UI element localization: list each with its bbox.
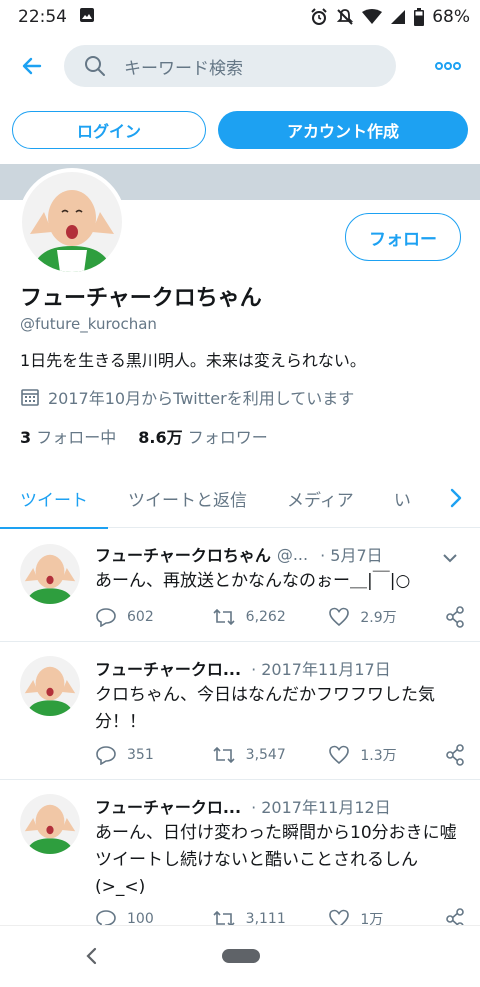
battery-icon bbox=[414, 8, 425, 26]
retweet-button[interactable]: 3,547 bbox=[212, 746, 329, 764]
tweet-avatar[interactable] bbox=[20, 544, 80, 604]
reply-count: 602 bbox=[127, 609, 154, 625]
retweet-icon bbox=[213, 746, 235, 764]
profile-bio: 1日先を生きる黒川明人。未来は変えられない。 bbox=[20, 351, 366, 370]
followers-count: 8.6万 bbox=[138, 428, 183, 447]
more-options-button[interactable] bbox=[416, 38, 480, 94]
tabs-scroll-right-button[interactable] bbox=[444, 480, 468, 516]
tweet-text: クロちゃん、今日はなんだかフワフワした気分！！ bbox=[95, 685, 435, 732]
tweet-item[interactable]: フューチャークロ... · 2017年11月12日 あーん、日付け変わった瞬間か… bbox=[0, 780, 480, 940]
tweet-author-name[interactable]: フューチャークロちゃん bbox=[95, 542, 271, 566]
chevron-down-icon bbox=[443, 554, 457, 563]
tweet-menu-button[interactable] bbox=[442, 548, 458, 567]
tweet-avatar[interactable] bbox=[20, 656, 80, 716]
tab-likes[interactable]: い bbox=[374, 470, 431, 528]
tweet-item[interactable]: フューチャークロちゃん @... · 5月7日 あーん、再放送とかなんなのぉー＿… bbox=[0, 530, 480, 642]
heart-icon bbox=[329, 607, 350, 627]
tab-media[interactable]: メディア bbox=[267, 470, 374, 528]
back-arrow-icon bbox=[22, 57, 42, 75]
tweet-header: フューチャークロちゃん @... · 5月7日 bbox=[95, 542, 383, 566]
tweet-header: フューチャークロ... · 2017年11月17日 bbox=[95, 656, 391, 680]
auth-buttons: ログイン アカウント作成 bbox=[12, 111, 468, 149]
chevron-right-icon bbox=[450, 488, 462, 508]
tweet-date[interactable]: · 2017年11月17日 bbox=[251, 656, 391, 680]
share-button[interactable] bbox=[445, 606, 465, 628]
following-stat[interactable]: 3 フォロー中 bbox=[20, 424, 116, 448]
tweet-date[interactable]: · 5月7日 bbox=[320, 542, 383, 566]
back-button[interactable] bbox=[0, 38, 64, 94]
like-button[interactable]: 1.3万 bbox=[328, 745, 445, 765]
reply-button[interactable]: 351 bbox=[95, 745, 212, 765]
top-bar: キーワード検索 bbox=[0, 38, 480, 94]
tweet-author-handle: @... bbox=[276, 544, 309, 564]
signal-icon bbox=[390, 9, 406, 25]
wifi-icon bbox=[362, 9, 383, 25]
search-icon bbox=[85, 56, 105, 76]
tweet-header: フューチャークロ... · 2017年11月12日 bbox=[95, 794, 391, 818]
search-placeholder: キーワード検索 bbox=[124, 58, 243, 79]
tweet-item[interactable]: フューチャークロ... · 2017年11月17日 クロちゃん、今日はなんだかフ… bbox=[0, 642, 480, 780]
retweet-icon bbox=[213, 608, 235, 626]
calendar-icon bbox=[21, 389, 39, 406]
reply-count: 351 bbox=[127, 747, 154, 763]
reply-icon bbox=[96, 608, 116, 627]
system-back-button[interactable] bbox=[84, 946, 98, 970]
profile-tabs: ツイート ツイートと返信 メディア い bbox=[0, 470, 480, 529]
tweet-author-name[interactable]: フューチャークロ... bbox=[95, 794, 241, 818]
tab-tweets[interactable]: ツイート bbox=[0, 470, 108, 529]
share-icon bbox=[446, 606, 464, 628]
reply-button[interactable]: 602 bbox=[95, 607, 212, 627]
mute-icon bbox=[336, 8, 354, 26]
signup-button[interactable]: アカウント作成 bbox=[218, 111, 468, 149]
followers-label: フォロワー bbox=[187, 428, 268, 447]
share-icon bbox=[446, 744, 464, 766]
like-count: 1.3万 bbox=[360, 748, 397, 764]
follow-button[interactable]: フォロー bbox=[345, 213, 461, 261]
profile-avatar[interactable] bbox=[18, 168, 126, 276]
battery-percent: 68% bbox=[432, 7, 470, 27]
system-nav-bar bbox=[0, 925, 480, 987]
alarm-icon bbox=[310, 8, 328, 26]
tweet-actions: 602 6,262 2.9万 bbox=[95, 606, 465, 628]
follow-stats: 3 フォロー中 8.6万 フォロワー bbox=[20, 424, 268, 448]
status-time: 22:54 bbox=[18, 7, 67, 27]
profile-display-name: フューチャークロちゃん bbox=[20, 286, 262, 311]
joined-text: 2017年10月からTwitterを利用しています bbox=[48, 389, 355, 408]
following-count: 3 bbox=[20, 428, 32, 447]
reply-icon bbox=[96, 746, 116, 765]
tweet-text: あーん、再放送とかなんなのぉー＿|￣|○ bbox=[95, 571, 411, 591]
more-dots-icon bbox=[435, 62, 461, 70]
retweet-count: 3,547 bbox=[245, 747, 286, 763]
tweet-text: あーん、日付け変わった瞬間から10分おきに嘘ツイートし続けないと酷いことされるし… bbox=[95, 823, 457, 897]
status-bar: 22:54 68% bbox=[0, 0, 480, 34]
like-count: 2.9万 bbox=[360, 610, 397, 626]
like-button[interactable]: 2.9万 bbox=[328, 607, 445, 627]
tweet-actions: 351 3,547 1.3万 bbox=[95, 744, 465, 766]
chevron-left-icon bbox=[86, 947, 97, 965]
system-home-pill[interactable] bbox=[222, 949, 260, 963]
retweet-count: 6,262 bbox=[245, 609, 286, 625]
profile-joined: 2017年10月からTwitterを利用しています bbox=[20, 385, 354, 409]
tweet-date[interactable]: · 2017年11月12日 bbox=[251, 794, 391, 818]
following-label: フォロー中 bbox=[36, 428, 117, 447]
retweet-button[interactable]: 6,262 bbox=[212, 608, 329, 626]
login-button[interactable]: ログイン bbox=[12, 111, 206, 149]
tweet-author-name[interactable]: フューチャークロ... bbox=[95, 656, 241, 680]
image-icon bbox=[79, 7, 95, 28]
heart-icon bbox=[329, 745, 350, 765]
tab-tweets-and-replies[interactable]: ツイートと返信 bbox=[108, 470, 267, 528]
followers-stat[interactable]: 8.6万 フォロワー bbox=[138, 424, 267, 448]
search-input[interactable]: キーワード検索 bbox=[64, 45, 396, 87]
share-button[interactable] bbox=[445, 744, 465, 766]
profile-handle: @future_kurochan bbox=[20, 315, 157, 333]
tweet-avatar[interactable] bbox=[20, 794, 80, 854]
